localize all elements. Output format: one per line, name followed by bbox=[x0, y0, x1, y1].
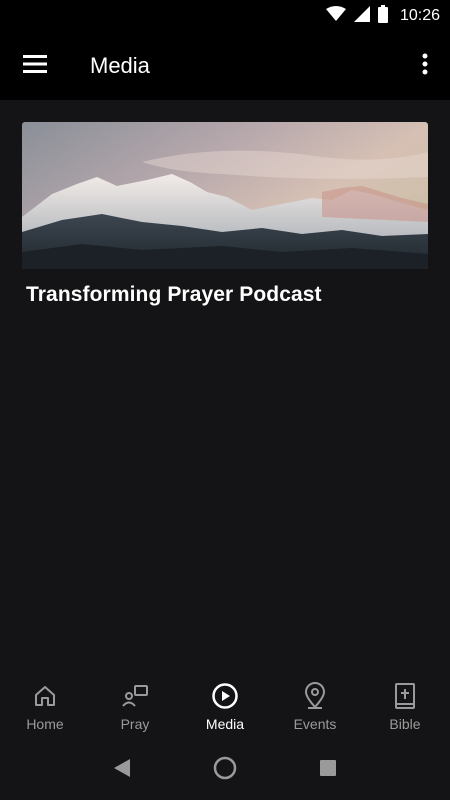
media-card[interactable]: Transforming Prayer Podcast bbox=[22, 122, 428, 307]
status-bar: 10:26 bbox=[0, 0, 450, 32]
page-title: Media bbox=[90, 53, 150, 78]
cell-signal-icon bbox=[353, 5, 370, 27]
location-pin-icon bbox=[301, 682, 329, 710]
nav-label-home: Home bbox=[26, 716, 64, 732]
bible-icon bbox=[391, 682, 419, 710]
media-card-image bbox=[22, 122, 428, 269]
menu-button[interactable] bbox=[0, 32, 70, 100]
home-circle-icon bbox=[213, 756, 237, 785]
more-vert-icon bbox=[422, 53, 428, 80]
system-recents-button[interactable] bbox=[308, 750, 348, 790]
system-nav-bar bbox=[0, 740, 450, 800]
nav-label-pray: Pray bbox=[120, 716, 150, 732]
nav-label-bible: Bible bbox=[389, 716, 421, 732]
system-home-button[interactable] bbox=[205, 750, 245, 790]
home-icon bbox=[31, 682, 59, 710]
nav-label-events: Events bbox=[293, 716, 337, 732]
wifi-icon bbox=[325, 5, 346, 27]
nav-item-pray[interactable]: Pray bbox=[90, 676, 180, 740]
nav-label-media: Media bbox=[205, 716, 245, 732]
status-time: 10:26 bbox=[399, 7, 440, 24]
bottom-nav: Home Pray Media Events Bible bbox=[0, 676, 450, 740]
app-bar: Media bbox=[0, 32, 450, 100]
system-back-button[interactable] bbox=[102, 750, 142, 790]
play-circle-icon bbox=[211, 682, 239, 710]
nav-item-media[interactable]: Media bbox=[180, 676, 270, 740]
battery-icon bbox=[377, 4, 388, 28]
menu-icon bbox=[23, 54, 47, 78]
back-icon bbox=[113, 758, 130, 782]
pray-icon bbox=[121, 682, 149, 710]
recents-icon bbox=[320, 759, 337, 781]
media-content: Transforming Prayer Podcast bbox=[0, 100, 450, 676]
nav-item-bible[interactable]: Bible bbox=[360, 676, 450, 740]
nav-item-events[interactable]: Events bbox=[270, 676, 360, 740]
media-card-title: Transforming Prayer Podcast bbox=[26, 283, 322, 306]
more-options-button[interactable] bbox=[400, 32, 450, 100]
nav-item-home[interactable]: Home bbox=[0, 676, 90, 740]
